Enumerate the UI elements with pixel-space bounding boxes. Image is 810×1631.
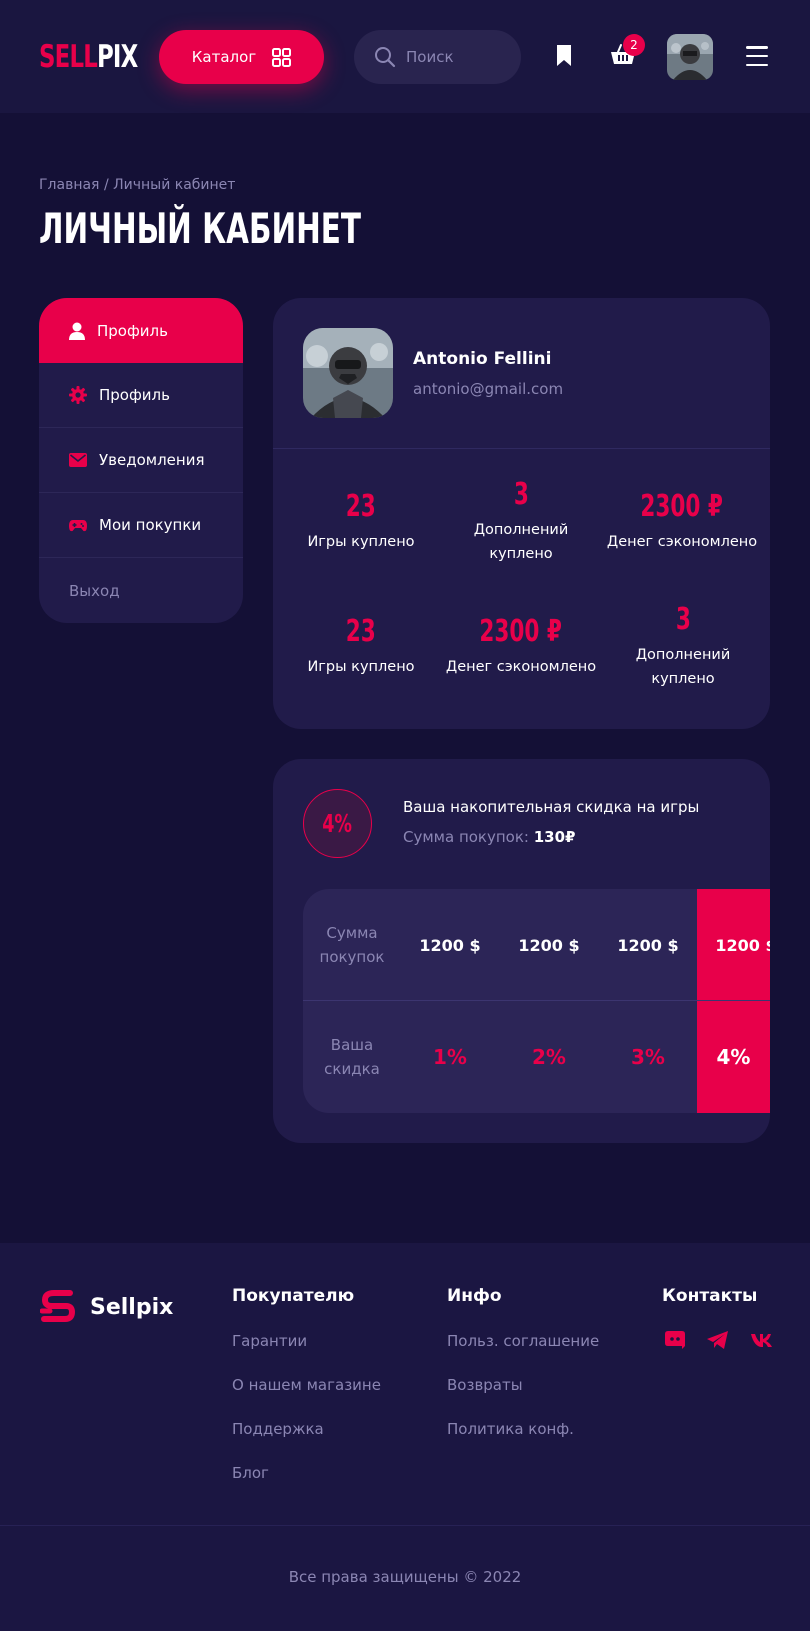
sellpix-logo-icon	[40, 1290, 76, 1322]
account-sidebar: Профиль Профиль Уведомления Мои покупки …	[39, 298, 243, 623]
search-icon	[375, 47, 396, 68]
table-cell-percent: 4%	[716, 1045, 751, 1069]
sidebar-item-label: Уведомления	[99, 451, 205, 469]
breadcrumb-current: Личный кабинет	[113, 177, 236, 193]
gamepad-icon	[69, 519, 87, 531]
stat-money-saved: 2300 ₽ Денег сэкономлено	[441, 615, 601, 679]
table-cell-amount: 1200 $	[617, 935, 679, 955]
user-icon	[69, 322, 85, 340]
footer-link[interactable]: Гарантии	[232, 1332, 307, 1350]
discord-icon[interactable]	[665, 1331, 685, 1349]
search-box[interactable]	[354, 30, 521, 84]
table-cell-amount: 1200 $	[419, 935, 481, 955]
stat-label: Игры куплено	[307, 659, 415, 675]
sidebar-item-label: Мои покупки	[99, 516, 202, 534]
table-row-percents: Ваша скидка 1% 2% 3% 4%	[303, 1001, 770, 1113]
sidebar-item-label: Профиль	[97, 321, 168, 340]
table-row-amounts: Сумма покупок 1200 $ 1200 $ 1200 $ 1200 …	[303, 889, 770, 1001]
search-input[interactable]	[406, 48, 506, 66]
stat-label: Игры куплено	[307, 534, 415, 550]
stat-games-bought: 23 Игры куплено	[281, 615, 441, 679]
profile-avatar	[303, 328, 393, 418]
table-cell-percent: 3%	[631, 1045, 665, 1069]
breadcrumb: Главная / Личный кабинет	[39, 177, 235, 193]
telegram-icon[interactable]	[707, 1331, 729, 1349]
profile-divider	[273, 448, 770, 449]
sidebar-item-settings[interactable]: Профиль	[39, 363, 243, 428]
footer-link[interactable]: Поддержка	[232, 1420, 324, 1438]
stat-value: 23	[345, 614, 377, 649]
sidebar-item-label: Выход	[69, 581, 120, 600]
footer-brand-name: Sellpix	[90, 1294, 174, 1320]
catalog-button[interactable]: Каталог	[159, 30, 324, 84]
catalog-label: Каталог	[191, 48, 257, 66]
discount-sum-value: 130₽	[533, 828, 576, 846]
breadcrumb-separator: /	[103, 177, 109, 193]
vk-icon[interactable]	[751, 1333, 775, 1347]
footer-col-title: Покупателю	[232, 1286, 355, 1306]
gear-icon	[69, 386, 87, 404]
discount-title: Ваша накопительная скидка на игры	[403, 798, 700, 816]
avatar-image	[667, 34, 713, 80]
stat-money-saved: 2300 ₽ Денег сэкономлено	[602, 490, 762, 554]
stat-label: Денег сэкономлено	[445, 659, 597, 675]
discount-table: Сумма покупок 1200 $ 1200 $ 1200 $ 1200 …	[303, 889, 770, 1113]
stat-dlc-bought: 3 Дополнений куплено	[603, 603, 763, 691]
footer-logo[interactable]: Sellpix	[40, 1289, 173, 1325]
table-cell-amount: 1200 $	[518, 935, 580, 955]
discount-sum-label: Сумма покупок:	[403, 828, 529, 846]
footer-link[interactable]: Политика конф.	[447, 1420, 574, 1438]
logo-part-sell: SELL	[39, 39, 98, 75]
copyright: Все права защищены © 2022	[288, 1568, 522, 1586]
profile-name: Antonio Fellini	[413, 349, 552, 369]
table-cell-amount: 1200 $	[715, 935, 770, 955]
profile-avatar-image	[303, 328, 393, 418]
stat-value: 2300 ₽	[479, 614, 563, 649]
stat-label: Дополнений куплено	[473, 522, 569, 562]
stat-label: Денег сэкономлено	[606, 534, 758, 550]
discount-percent-badge: 4%	[303, 789, 372, 858]
menu-icon[interactable]	[746, 46, 768, 66]
footer-divider	[0, 1525, 810, 1526]
logo[interactable]: SELLPIX	[39, 39, 138, 75]
sidebar-item-notifications[interactable]: Уведомления	[39, 428, 243, 493]
stat-value: 23	[345, 489, 377, 524]
discount-percent-value: 4%	[322, 809, 353, 838]
profile-email: antonio@gmail.com	[413, 380, 564, 398]
footer-link[interactable]: О нашем магазине	[232, 1376, 381, 1394]
table-cell-percent: 2%	[532, 1045, 566, 1069]
mail-icon	[69, 453, 87, 467]
row-header: Ваша скидка	[324, 1036, 380, 1078]
table-cell-percent: 1%	[433, 1045, 467, 1069]
stat-games-bought: 23 Игры куплено	[281, 490, 441, 554]
bookmark-icon[interactable]	[555, 44, 573, 68]
stat-dlc-bought: 3 Дополнений куплено	[441, 478, 601, 566]
sidebar-item-purchases[interactable]: Мои покупки	[39, 493, 243, 558]
discount-sum: Сумма покупок: 130₽	[403, 828, 576, 846]
sidebar-item-logout[interactable]: Выход	[39, 558, 243, 623]
user-avatar[interactable]	[667, 34, 713, 80]
stat-value: 3	[675, 602, 691, 637]
footer-link[interactable]: Блог	[232, 1464, 269, 1482]
footer-link[interactable]: Польз. соглашение	[447, 1332, 599, 1350]
cart-count-badge: 2	[623, 34, 645, 56]
footer-link[interactable]: Возвраты	[447, 1376, 523, 1394]
footer-col-title: Инфо	[447, 1286, 502, 1306]
stat-value: 2300 ₽	[640, 489, 724, 524]
footer-col-title: Контакты	[662, 1286, 758, 1306]
sidebar-item-profile[interactable]: Профиль	[39, 298, 243, 363]
breadcrumb-home[interactable]: Главная	[39, 177, 99, 193]
logo-part-pix: PIX	[96, 39, 138, 75]
sidebar-item-label: Профиль	[99, 386, 170, 404]
row-header: Сумма покупок	[319, 924, 385, 966]
page-title: ЛИЧНЫЙ КАБИНЕТ	[39, 204, 362, 253]
stat-label: Дополнений куплено	[635, 647, 731, 687]
stat-value: 3	[513, 477, 529, 512]
grid-icon	[272, 47, 292, 67]
